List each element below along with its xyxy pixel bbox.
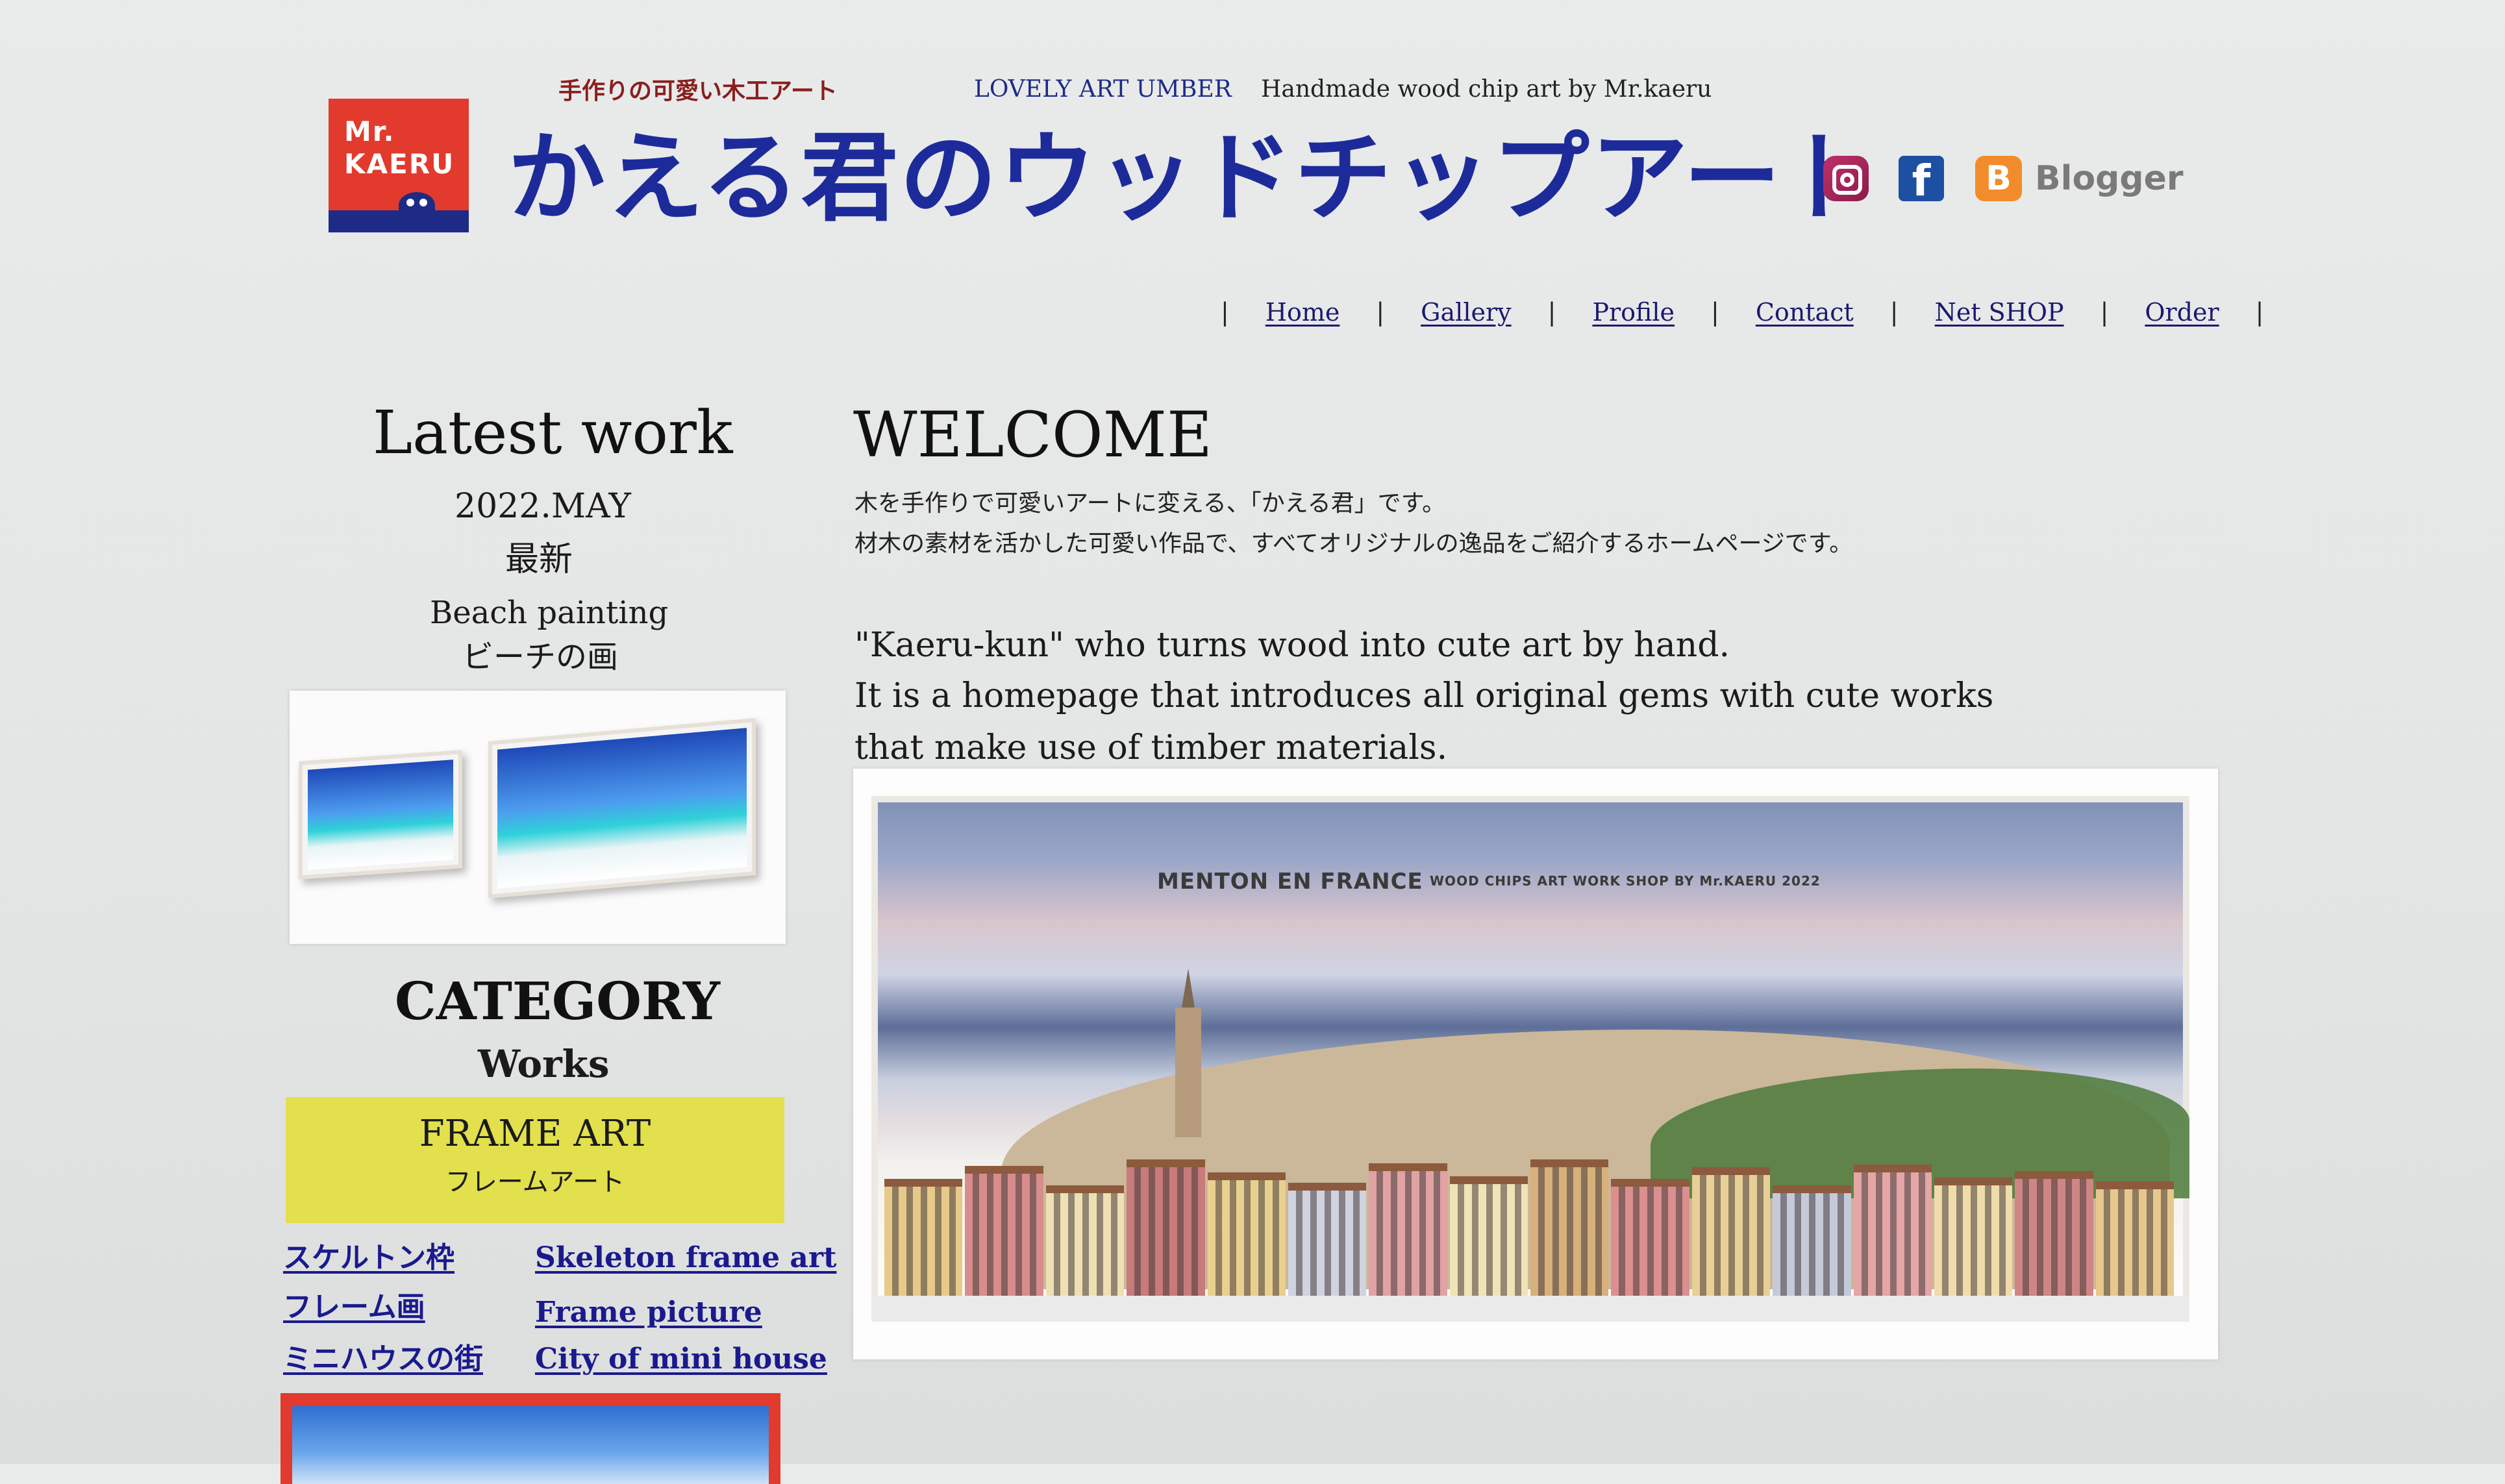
tagline-description: Handmade wood chip art by Mr.kaeru [1261,76,1712,103]
latest-work-date: 2022.MAY [455,487,631,526]
latest-work-name-jp: ビーチの画 [462,639,619,675]
frame-art-button[interactable]: FRAME ART フレームアート [286,1097,784,1223]
house [965,1166,1044,1315]
house [1449,1176,1528,1315]
nav-separator: | [1221,298,1229,327]
intro-en-line-1: "Kaeru-kun" who turns wood into cute art… [854,626,1730,665]
house [1127,1159,1205,1315]
instagram-icon[interactable] [1823,156,1869,201]
link-mini-house-jp[interactable]: ミニハウスの街 [283,1341,483,1378]
house [884,1179,963,1315]
link-mini-house-en[interactable]: City of mini house [535,1341,827,1378]
nav-separator: | [1376,298,1385,327]
painting-ground [871,1296,2189,1322]
frame-art-label-jp: フレームアート [445,1167,625,1197]
main-nav: | Home | Gallery | Profile | Contact | N… [1221,296,2263,328]
church-tower [1175,1008,1201,1137]
beach-frame-right [488,717,756,899]
latest-work-name-en: Beach painting [430,595,669,631]
painting-title: MENTON EN FRANCE [1157,869,1423,895]
site-logo[interactable]: Mr. KAERU [329,99,469,232]
nav-home[interactable]: Home [1265,296,1340,328]
facebook-icon[interactable]: f [1899,156,1944,206]
intro-en-line-2: It is a homepage that introduces all ori… [854,676,1994,715]
link-frame-picture-en[interactable]: Frame picture [535,1294,762,1331]
link-skeleton-en[interactable]: Skeleton frame art [535,1240,836,1276]
site-title[interactable]: かえる君のウッドチップアート [508,119,1881,236]
frame-art-label-en: FRAME ART [419,1113,651,1155]
painting-houses [884,1159,2176,1315]
house [1691,1167,1771,1315]
painting-subtitle: WOOD CHIPS ART WORK SHOP BY Mr.KAERU 202… [1430,873,1821,889]
nav-contact[interactable]: Contact [1756,296,1854,328]
link-frame-picture-jp[interactable]: フレーム画 [283,1289,425,1326]
intro-jp-line-1: 木を手作りで可愛いアートに変える、「かえる君」です。 [854,490,1446,517]
house [2015,1171,2094,1315]
house [1611,1179,1690,1315]
house [1207,1172,1286,1315]
nav-separator: | [2100,298,2109,327]
intro-jp-line-2: 材木の素材を活かした可愛い作品で、すべてオリジナルの逸品をご紹介するホームページ… [854,530,1853,557]
nav-net-shop[interactable]: Net SHOP [1935,296,2064,328]
nav-separator: | [2255,298,2264,327]
nav-profile[interactable]: Profile [1592,296,1675,328]
beach-frame-left [299,750,462,880]
nav-separator: | [1547,298,1556,327]
welcome-heading: WELCOME [853,399,1213,471]
logo-text: Mr. KAERU [344,116,455,180]
latest-badge: 最新 [505,540,573,579]
intro-en-line-3: that make use of timber materials. [854,728,1448,767]
house [1853,1165,1932,1315]
tagline-jp: 手作りの可愛い木工アート [558,77,838,105]
featured-artwork[interactable]: MENTON EN FRANCE WOOD CHIPS ART WORK SHO… [853,769,2218,1359]
blogger-link[interactable]: Blogger [2035,156,2184,201]
beach-sea [497,728,747,889]
menton-painting: MENTON EN FRANCE WOOD CHIPS ART WORK SHO… [871,796,2189,1322]
frog-icon [399,192,435,218]
thumbnail-sky [292,1406,769,1484]
link-skeleton-jp[interactable]: スケルトン枠 [283,1240,455,1276]
nav-order[interactable]: Order [2145,296,2219,328]
nav-gallery[interactable]: Gallery [1421,296,1511,328]
house [1934,1178,2013,1315]
category-thumbnail[interactable] [280,1393,780,1484]
nav-separator: | [1711,298,1719,327]
house [1369,1163,1448,1315]
blogger-icon[interactable]: B [1975,156,2022,201]
latest-work-image[interactable] [290,691,786,944]
beach-sea [308,760,453,870]
tagline-brand: LOVELY ART UMBER [974,76,1232,103]
house [1530,1159,1609,1315]
category-title: CATEGORY [395,971,721,1032]
latest-work-title: Latest work [373,398,733,467]
category-subtitle: Works [478,1042,610,1086]
nav-separator: | [1889,298,1899,327]
